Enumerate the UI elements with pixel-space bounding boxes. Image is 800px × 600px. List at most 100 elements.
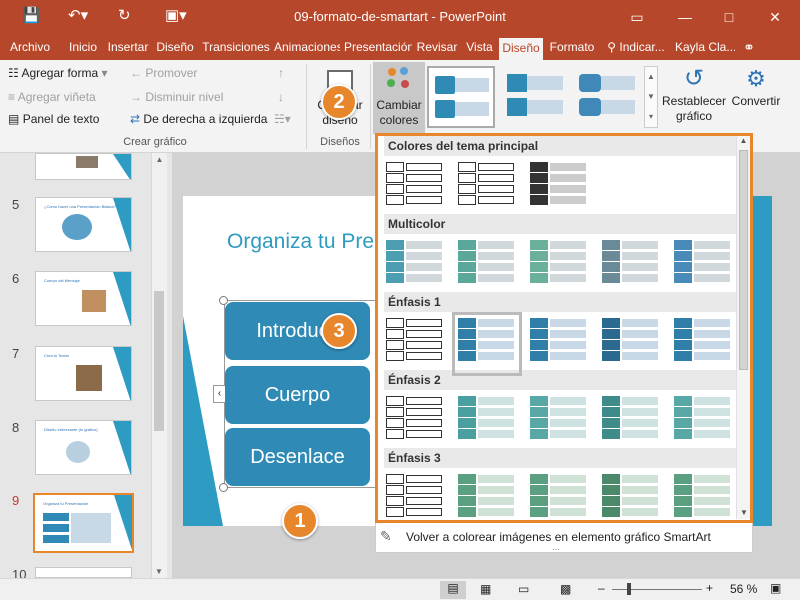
- color-option[interactable]: [458, 474, 516, 526]
- color-option[interactable]: [386, 162, 444, 214]
- normal-view-icon[interactable]: ▤: [440, 581, 466, 599]
- color-option[interactable]: [602, 396, 660, 448]
- reading-view-icon[interactable]: ▭: [518, 582, 529, 596]
- color-option[interactable]: [386, 474, 444, 526]
- slide-thumbnail-8[interactable]: Diseño interesante (tu gráfico): [35, 420, 132, 475]
- color-swatch-row: [386, 318, 444, 328]
- color-option[interactable]: [674, 240, 732, 292]
- slide-thumbnail-7[interactable]: Crea tu Teatro: [35, 346, 132, 401]
- color-swatch-row: [602, 251, 660, 261]
- color-option[interactable]: [602, 318, 660, 370]
- chevron-up-icon[interactable]: ▲: [737, 136, 750, 145]
- color-option[interactable]: [530, 240, 588, 292]
- thumbnail-scrollbar[interactable]: ▲ ▼: [151, 153, 167, 578]
- color-option[interactable]: [602, 474, 660, 526]
- color-swatch-row: [602, 485, 660, 495]
- style-option-3[interactable]: [573, 66, 641, 128]
- color-option[interactable]: [530, 318, 588, 370]
- tab-archivo[interactable]: Archivo: [6, 38, 54, 60]
- status-bar: ▤ ▦ ▭ ▩ – + 56 % ▣: [0, 578, 800, 600]
- right-to-left-button[interactable]: ⇄ De derecha a izquierda: [130, 112, 267, 126]
- tab-diseno-smartart[interactable]: Diseño: [499, 38, 543, 60]
- slideshow-view-icon[interactable]: ▩: [560, 582, 571, 596]
- zoom-out-icon[interactable]: –: [598, 581, 605, 595]
- close-button[interactable]: ✕: [760, 6, 790, 28]
- layout-org-icon[interactable]: ☵▾: [274, 112, 291, 126]
- chevron-down-icon[interactable]: ▼: [155, 567, 163, 576]
- tab-insertar[interactable]: Insertar: [106, 38, 150, 60]
- zoom-slider[interactable]: [612, 589, 702, 590]
- slide-sorter-icon[interactable]: ▦: [480, 582, 491, 596]
- tab-vista[interactable]: Vista: [463, 38, 496, 60]
- slide-title[interactable]: Organiza tu Pre: [227, 230, 374, 254]
- color-option[interactable]: [674, 474, 732, 526]
- gallery-scroll[interactable]: ▲ ▼ ▾: [644, 66, 658, 128]
- chevron-up-icon[interactable]: ▲: [645, 67, 657, 87]
- color-swatch-row: [386, 485, 444, 495]
- zoom-in-icon[interactable]: +: [706, 581, 713, 595]
- slide-thumbnail-9[interactable]: Organiza tu Presentación: [33, 493, 134, 553]
- text-pane-button[interactable]: ▤ Panel de texto: [8, 112, 99, 126]
- demote-button[interactable]: → Disminuir nivel: [130, 90, 223, 104]
- smartart-box-desenlace[interactable]: Desenlace: [225, 428, 370, 486]
- color-option[interactable]: [458, 240, 516, 292]
- share-icon[interactable]: ⚭: [738, 38, 760, 60]
- gallery-scrollbar[interactable]: ▲ ▼: [736, 136, 750, 519]
- move-down-icon[interactable]: ↓: [278, 90, 284, 104]
- color-option[interactable]: [452, 312, 522, 376]
- color-option[interactable]: [386, 318, 444, 370]
- tab-animaciones[interactable]: Animaciones: [274, 38, 340, 60]
- more-icon[interactable]: ▾: [645, 107, 657, 127]
- separator: [306, 64, 307, 149]
- zoom-slider-thumb[interactable]: [627, 583, 631, 595]
- slide-thumbnail-6[interactable]: Cuerpo del Mensaje: [35, 271, 132, 326]
- slide-thumbnail-10[interactable]: [35, 567, 132, 578]
- color-option[interactable]: [602, 240, 660, 292]
- tab-revisar[interactable]: Revisar: [416, 38, 458, 60]
- smartart-box-cuerpo[interactable]: Cuerpo: [225, 366, 370, 424]
- change-colors-button[interactable]: Cambiar colores: [373, 62, 425, 134]
- color-option[interactable]: [386, 396, 444, 448]
- tab-diseno[interactable]: Diseño: [154, 38, 196, 60]
- slide-thumbnail-5[interactable]: ¿Cómo hacer una Presentación Básica?: [35, 197, 132, 252]
- thumbnail-image: [66, 441, 90, 463]
- resize-grip-icon[interactable]: ⋯: [552, 545, 560, 554]
- style-option-2[interactable]: [501, 66, 569, 128]
- tab-inicio[interactable]: Inicio: [64, 38, 102, 60]
- color-option[interactable]: [458, 162, 516, 214]
- color-option[interactable]: [458, 396, 516, 448]
- maximize-button[interactable]: □: [714, 6, 744, 28]
- slide-thumbnail-4[interactable]: [35, 153, 132, 180]
- zoom-level[interactable]: 56 %: [730, 582, 757, 596]
- recolor-option[interactable]: ✎ Volver a colorear imágenes en elemento…: [375, 523, 753, 554]
- user-name[interactable]: Kayla Cla...: [675, 38, 735, 60]
- add-bullet-button[interactable]: ≡ Agregar viñeta: [8, 90, 96, 104]
- reset-graphic-button[interactable]: ↺ Restablecer gráfico: [662, 64, 726, 134]
- style-option-1[interactable]: [427, 66, 495, 128]
- move-up-icon[interactable]: ↑: [278, 66, 284, 80]
- add-shape-label: Agregar forma: [21, 66, 99, 80]
- add-shape-button[interactable]: ☷ Agregar forma ▾: [8, 66, 108, 80]
- scroll-thumb[interactable]: [154, 291, 164, 431]
- color-option[interactable]: [530, 396, 588, 448]
- tab-indicar[interactable]: ⚲ Indicar...: [603, 38, 669, 60]
- tab-presentacion[interactable]: Presentación: [344, 38, 412, 60]
- color-option[interactable]: [674, 318, 732, 370]
- color-option[interactable]: [530, 474, 588, 526]
- tab-transiciones[interactable]: Transiciones: [201, 38, 271, 60]
- color-swatch-row: [602, 418, 660, 428]
- chevron-up-icon[interactable]: ▲: [152, 153, 167, 164]
- color-option[interactable]: [674, 396, 732, 448]
- chevron-down-icon[interactable]: ▼: [740, 508, 748, 517]
- color-option[interactable]: [386, 240, 444, 292]
- promote-button[interactable]: ← Promover: [130, 66, 197, 80]
- ribbon-display-icon[interactable]: ▭: [622, 6, 652, 28]
- tab-formato[interactable]: Formato: [547, 38, 597, 60]
- fit-slide-icon[interactable]: ▣: [770, 581, 781, 595]
- minimize-button[interactable]: —: [670, 6, 700, 28]
- convert-button[interactable]: ⚙ Convertir: [728, 64, 784, 134]
- color-option[interactable]: [530, 162, 588, 214]
- scroll-thumb[interactable]: [739, 150, 748, 370]
- chevron-down-icon[interactable]: ▼: [645, 87, 657, 107]
- resize-handle[interactable]: [219, 483, 228, 492]
